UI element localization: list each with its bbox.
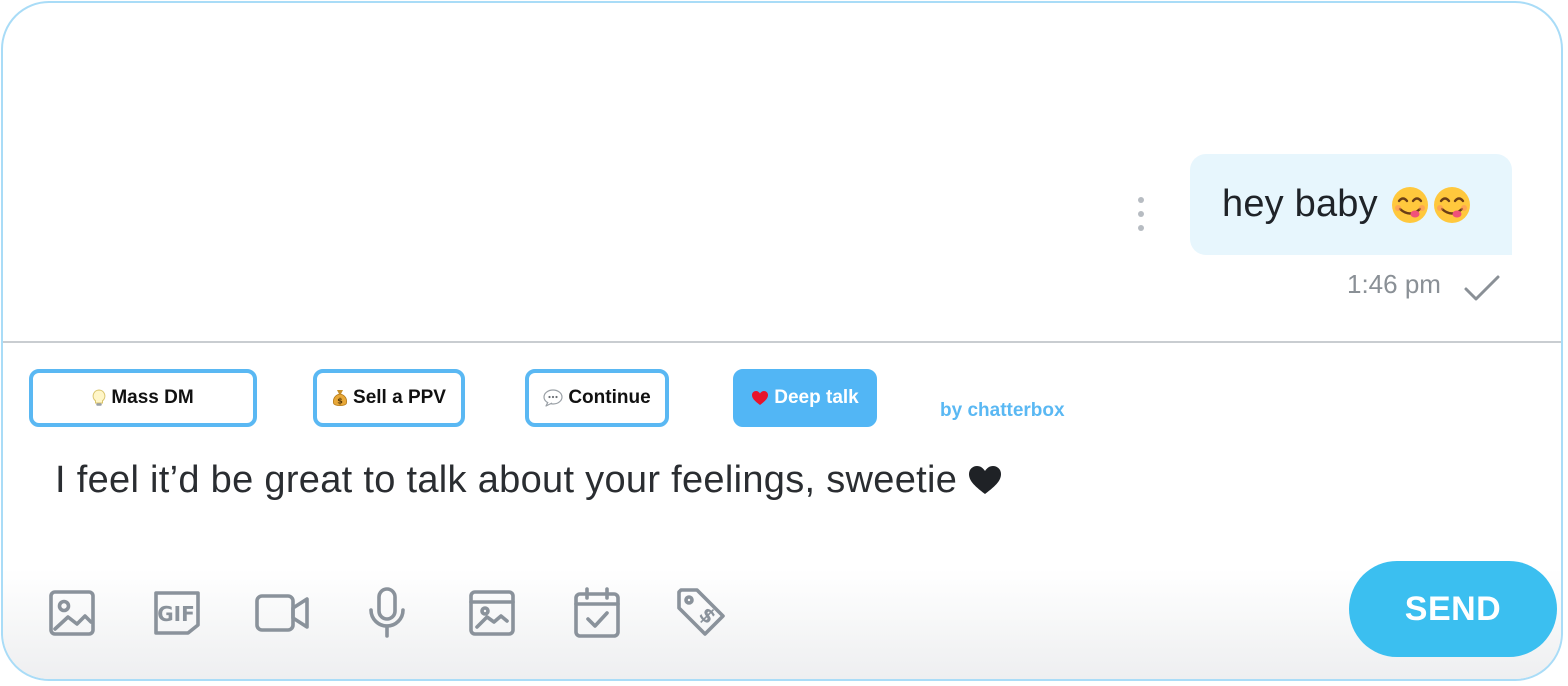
vault-icon[interactable] xyxy=(464,585,520,641)
toolbar-background xyxy=(3,569,1561,679)
image-icon[interactable] xyxy=(44,585,100,641)
suggestion-continue-button[interactable]: Continue xyxy=(525,369,669,427)
price-tag-icon[interactable]: $ xyxy=(674,585,730,641)
heart-icon xyxy=(751,390,769,406)
svg-text:GIF: GIF xyxy=(157,602,195,626)
suggestion-label: Mass DM xyxy=(111,387,194,408)
message-thread: hey baby 1:46 pm xyxy=(3,3,1561,341)
suggestion-deep-talk-button[interactable]: Deep talk xyxy=(733,369,877,427)
suggestion-sell-ppv-button[interactable]: $ Sell a PPV xyxy=(313,369,465,427)
suggestion-label: Deep talk xyxy=(774,387,859,408)
svg-text:$: $ xyxy=(337,397,343,406)
suggestion-label: Continue xyxy=(568,387,651,408)
schedule-icon[interactable] xyxy=(569,585,625,641)
microphone-icon[interactable] xyxy=(359,585,415,641)
gif-icon[interactable]: GIF xyxy=(149,585,205,641)
lightbulb-icon xyxy=(92,389,106,407)
divider xyxy=(3,341,1561,343)
svg-text:$: $ xyxy=(694,602,721,629)
message-options-icon[interactable] xyxy=(1131,197,1151,231)
chat-window: hey baby 1:46 pm Mass DM $ Sell a PPV Co… xyxy=(1,1,1563,681)
message-input[interactable]: I feel it’d be great to talk about your … xyxy=(55,459,1255,519)
chatterbox-byline: by chatterbox xyxy=(940,400,1065,421)
face-savoring-food-icon xyxy=(1390,185,1472,225)
speech-bubble-icon xyxy=(543,389,563,407)
suggestion-mass-dm-button[interactable]: Mass DM xyxy=(29,369,257,427)
outgoing-message-bubble: hey baby xyxy=(1190,154,1512,255)
message-timestamp: 1:46 pm xyxy=(1347,269,1441,299)
video-icon[interactable] xyxy=(254,585,310,641)
send-button[interactable]: SEND xyxy=(1349,561,1557,657)
message-input-text: I feel it’d be great to talk about your … xyxy=(55,459,958,501)
check-icon xyxy=(1463,273,1501,308)
message-text: hey baby xyxy=(1222,183,1378,225)
money-bag-icon: $ xyxy=(332,388,348,408)
black-heart-icon xyxy=(967,463,1003,506)
suggestion-label: Sell a PPV xyxy=(353,387,446,408)
